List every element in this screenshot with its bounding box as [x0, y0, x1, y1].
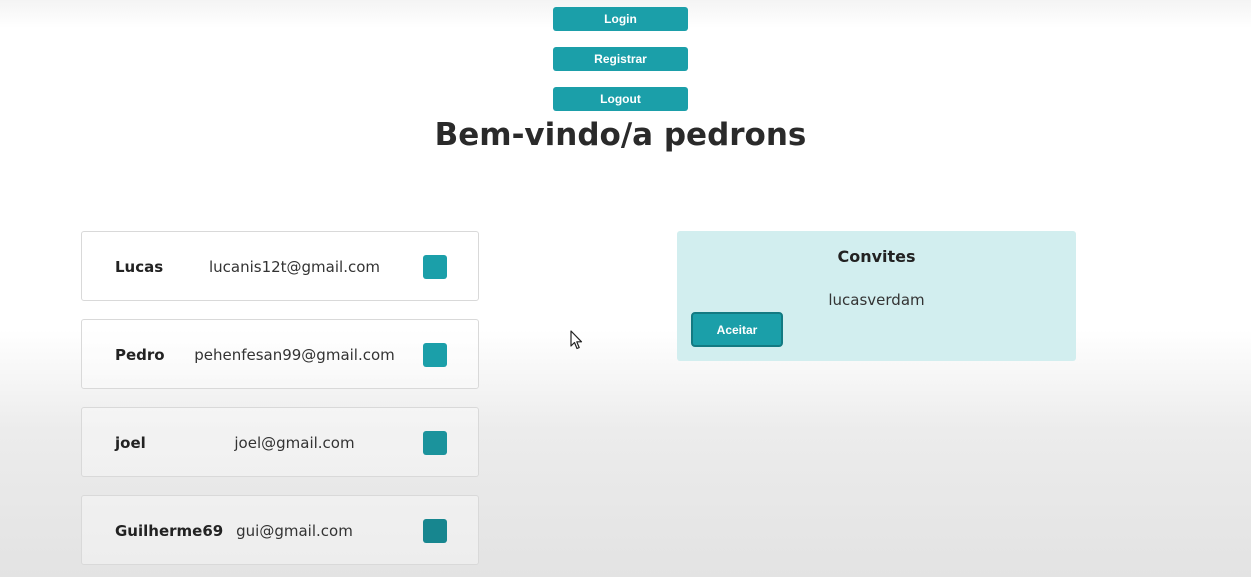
user-name: Pedro — [115, 346, 165, 364]
page-title: Bem-vindo/a pedrons — [434, 117, 807, 153]
invite-name: lucasverdam — [828, 291, 925, 309]
user-card: Guilherme69 gui@gmail.com — [81, 495, 479, 565]
invites-panel: Convites lucasverdam Aceitar — [677, 231, 1076, 361]
user-email: lucanis12t@gmail.com — [208, 258, 381, 276]
accept-invite-button[interactable]: Aceitar — [691, 312, 783, 347]
invite-user-button[interactable] — [423, 431, 447, 455]
invites-title: Convites — [837, 247, 916, 266]
login-button[interactable]: Login — [553, 7, 688, 31]
user-email: gui@gmail.com — [236, 522, 353, 540]
user-name: joel — [115, 434, 146, 452]
arrow-cursor-icon — [570, 330, 583, 350]
invite-user-button[interactable] — [423, 343, 447, 367]
user-card: Lucas lucanis12t@gmail.com — [81, 231, 479, 301]
invite-user-button[interactable] — [423, 255, 447, 279]
user-name: Lucas — [115, 258, 164, 276]
invite-user-button[interactable] — [423, 519, 447, 543]
user-email: pehenfesan99@gmail.com — [194, 346, 395, 364]
logout-button[interactable]: Logout — [553, 87, 688, 111]
user-card: joel joel@gmail.com — [81, 407, 479, 477]
user-card: Pedro pehenfesan99@gmail.com — [81, 319, 479, 389]
user-email: joel@gmail.com — [234, 434, 355, 452]
register-button[interactable]: Registrar — [553, 47, 688, 71]
